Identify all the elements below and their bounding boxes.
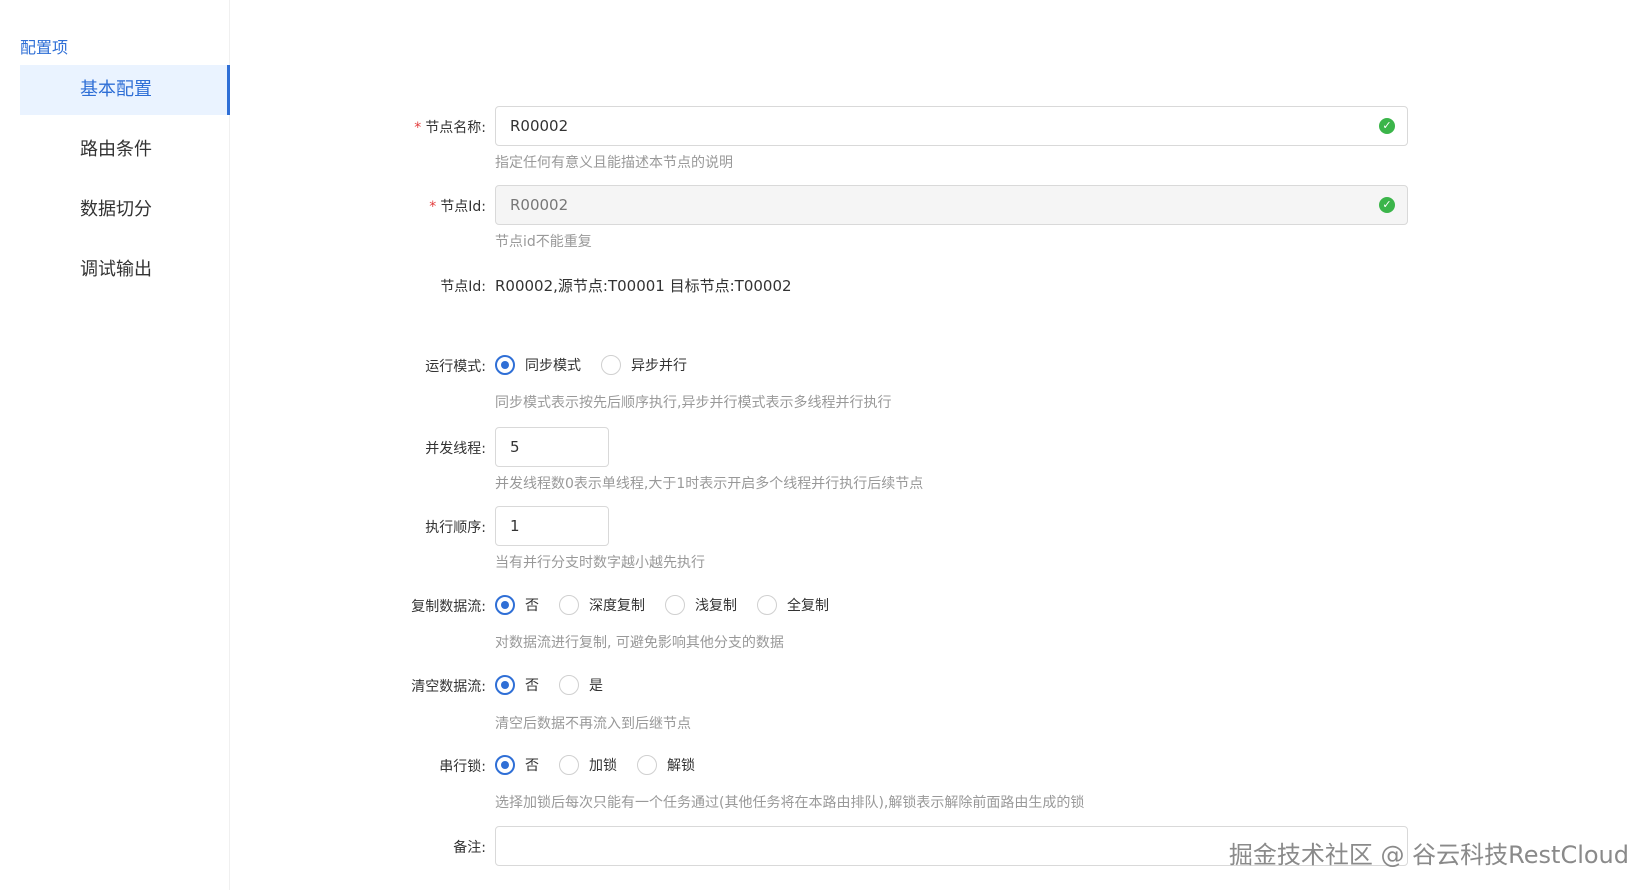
radio-label: 同步模式 [525,358,581,374]
radio-label: 异步并行 [631,358,687,374]
concurrency-value: 5 [510,438,520,456]
sidebar: 配置项 基本配置 路由条件 数据切分 调试输出 [0,0,230,890]
radio-label: 全复制 [787,598,829,614]
copy-stream-label: 复制数据流: [411,599,486,615]
run-mode-option-sync[interactable]: 同步模式 [495,355,581,375]
node-id-input: R00002 ✓ [495,185,1408,225]
serial-lock-option-lock[interactable]: 加锁 [559,755,617,775]
run-mode-label: 运行模式: [425,359,486,375]
check-circle-icon: ✓ [1379,118,1395,134]
node-id-help: 节点id不能重复 [495,234,592,250]
radio-label: 否 [525,598,539,614]
radio-unchecked-icon [559,675,579,695]
serial-lock-label: 串行锁: [439,759,486,775]
radio-label: 否 [525,758,539,774]
radio-unchecked-icon [559,755,579,775]
node-id-label: * 节点Id: [429,196,486,216]
required-mark: * [414,120,422,136]
copy-stream-option-full[interactable]: 全复制 [757,595,829,615]
node-name-value: R00002 [510,117,569,135]
radio-label: 否 [525,678,539,694]
concurrency-input[interactable]: 5 [495,427,609,467]
sidebar-title: 配置项 [20,38,69,57]
radio-unchecked-icon [757,595,777,615]
clear-stream-help: 清空后数据不再流入到后继节点 [495,716,691,732]
radio-label: 深度复制 [589,598,645,614]
node-name-label: * 节点名称: [414,117,486,137]
sidebar-menu: 基本配置 路由条件 数据切分 调试输出 [20,65,230,305]
remark-label: 备注: [453,840,486,856]
run-mode-radio-group: 同步模式 异步并行 [495,355,707,375]
clear-stream-option-yes[interactable]: 是 [559,675,603,695]
clear-stream-label: 清空数据流: [411,679,486,695]
radio-unchecked-icon [601,355,621,375]
radio-checked-icon [495,755,515,775]
watermark: 掘金技术社区 @ 谷云科技RestCloud [1228,841,1629,869]
radio-label: 浅复制 [695,598,737,614]
node-id-value: R00002 [510,196,569,214]
concurrency-label: 并发线程: [425,441,486,457]
radio-label: 加锁 [589,758,617,774]
node-name-label-text: 节点名称: [425,120,486,136]
radio-unchecked-icon [559,595,579,615]
radio-unchecked-icon [637,755,657,775]
node-name-help: 指定任何有意义且能描述本节点的说明 [495,155,733,171]
concurrency-help: 并发线程数0表示单线程,大于1时表示开启多个线程并行执行后续节点 [495,476,924,492]
exec-order-input[interactable]: 1 [495,506,609,546]
serial-lock-help: 选择加锁后每次只能有一个任务通过(其他任务将在本路由排队),解锁表示解除前面路由… [495,795,1085,811]
exec-order-label: 执行顺序: [425,520,486,536]
serial-lock-option-no[interactable]: 否 [495,755,539,775]
required-mark: * [429,199,437,215]
node-name-input[interactable]: R00002 ✓ [495,106,1408,146]
radio-checked-icon [495,355,515,375]
node-info-value: R00002,源节点:T00001 目标节点:T00002 [495,277,792,295]
radio-label: 是 [589,678,603,694]
run-mode-option-async[interactable]: 异步并行 [601,355,687,375]
exec-order-help: 当有并行分支时数字越小越先执行 [495,555,705,571]
sidebar-item-route-condition[interactable]: 路由条件 [20,125,230,175]
radio-checked-icon [495,595,515,615]
radio-checked-icon [495,675,515,695]
copy-stream-option-no[interactable]: 否 [495,595,539,615]
copy-stream-option-deep[interactable]: 深度复制 [559,595,645,615]
node-info-label: 节点Id: [440,279,486,295]
clear-stream-option-no[interactable]: 否 [495,675,539,695]
copy-stream-help: 对数据流进行复制, 可避免影响其他分支的数据 [495,635,784,651]
clear-stream-radio-group: 否 是 [495,675,623,695]
copy-stream-radio-group: 否 深度复制 浅复制 全复制 [495,595,849,615]
radio-unchecked-icon [665,595,685,615]
run-mode-help: 同步模式表示按先后顺序执行,异步并行模式表示多线程并行执行 [495,395,892,411]
sidebar-item-debug-output[interactable]: 调试输出 [20,245,230,295]
check-circle-icon: ✓ [1379,197,1395,213]
sidebar-item-basic-config[interactable]: 基本配置 [20,65,230,115]
serial-lock-option-unlock[interactable]: 解锁 [637,755,695,775]
copy-stream-option-shallow[interactable]: 浅复制 [665,595,737,615]
radio-label: 解锁 [667,758,695,774]
sidebar-item-data-split[interactable]: 数据切分 [20,185,230,235]
node-id-label-text: 节点Id: [440,199,486,215]
exec-order-value: 1 [510,517,520,535]
serial-lock-radio-group: 否 加锁 解锁 [495,755,715,775]
